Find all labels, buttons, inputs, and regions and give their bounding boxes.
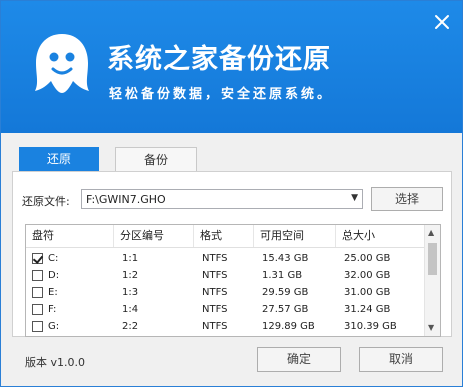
drive-cell: D: [48,270,60,281]
free-cell: 15.43 GB [262,253,309,264]
free-cell: 1.31 GB [262,270,303,281]
total-cell: 310.39 GB [344,321,397,332]
partition-table: 盘符 分区编号 格式 可用空间 总大小 C: 1:1 NTFS 15.43 GB… [25,224,441,337]
app-title: 系统之家备份还原 [107,44,331,75]
table-row[interactable]: E: 1:3 NTFS 29.59 GB 31.00 GB [26,284,424,301]
drive-cell: G: [48,321,60,332]
total-cell: 31.00 GB [344,287,391,298]
partition-cell: 1:4 [122,304,139,315]
drive-cell: F: [48,304,57,315]
format-cell: NTFS [202,321,228,332]
scroll-down-icon[interactable]: ▼ [428,323,434,332]
format-cell: NTFS [202,270,228,281]
scroll-up-icon[interactable]: ▲ [428,228,434,237]
partition-cell: 1:3 [122,287,139,298]
header-banner: 系统之家备份还原 轻松备份数据，安全还原系统。 [1,1,462,133]
column-header-total[interactable]: 总大小 [336,225,424,247]
vertical-scrollbar[interactable]: ▲ ▼ [424,225,440,336]
app-window: 系统之家备份还原 轻松备份数据，安全还原系统。 还原 备份 还原文件: F:\G… [0,0,463,387]
column-header-drive[interactable]: 盘符 [26,225,114,247]
column-header-format[interactable]: 格式 [194,225,254,247]
browse-button[interactable]: 选择 [371,187,443,211]
table-row[interactable]: D: 1:2 NTFS 1.31 GB 32.00 GB [26,267,424,284]
tab-restore[interactable]: 还原 [19,147,99,171]
partition-cell: 1:2 [122,270,139,281]
ghost-logo-icon [35,34,89,93]
cancel-button[interactable]: 取消 [359,347,443,372]
table-row[interactable]: C: 1:1 NTFS 15.43 GB 25.00 GB [26,250,424,267]
total-cell: 31.24 GB [344,304,391,315]
format-cell: NTFS [202,304,228,315]
partition-cell: 1:1 [122,253,139,264]
partition-cell: 2:2 [122,321,139,332]
close-icon[interactable] [433,13,451,31]
column-header-free[interactable]: 可用空间 [254,225,336,247]
format-cell: NTFS [202,253,228,264]
total-cell: 32.00 GB [344,270,391,281]
drive-cell: C: [48,253,59,264]
free-cell: 29.59 GB [262,287,309,298]
free-cell: 129.89 GB [262,321,315,332]
total-cell: 25.00 GB [344,253,391,264]
table-row[interactable]: F: 1:4 NTFS 27.57 GB 31.24 GB [26,301,424,318]
column-header-partition[interactable]: 分区编号 [114,225,194,247]
free-cell: 27.57 GB [262,304,309,315]
drive-cell: E: [48,287,58,298]
ok-button[interactable]: 确定 [257,347,341,372]
table-row[interactable]: G: 2:2 NTFS 129.89 GB 310.39 GB [26,318,424,335]
restore-file-value: F:\GWIN7.GHO [86,193,166,206]
chevron-down-icon[interactable]: ▼ [351,193,358,203]
scroll-thumb[interactable] [428,243,437,275]
app-slogan: 轻松备份数据，安全还原系统。 [109,87,334,102]
partition-table-header: 盘符 分区编号 格式 可用空间 总大小 [26,225,424,248]
tab-backup[interactable]: 备份 [115,147,197,171]
version-label: 版本 v1.0.0 [25,356,85,369]
restore-file-dropdown[interactable]: F:\GWIN7.GHO ▼ [81,189,363,209]
format-cell: NTFS [202,287,228,298]
restore-file-label: 还原文件: [22,195,70,208]
